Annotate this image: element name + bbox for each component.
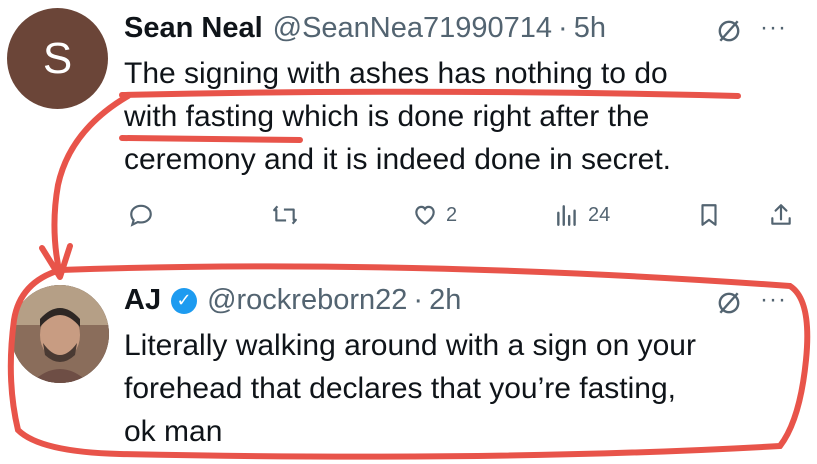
reply-button[interactable] bbox=[128, 202, 162, 228]
arrow-head-annotation bbox=[39, 243, 73, 280]
retweet-icon bbox=[273, 205, 297, 225]
bookmark-icon bbox=[701, 204, 717, 226]
views-button[interactable]: 24 bbox=[554, 202, 610, 228]
like-icon bbox=[415, 205, 435, 225]
grok-icon[interactable] bbox=[716, 290, 742, 316]
share-icon bbox=[771, 204, 791, 225]
tweet-header: AJ ✓ @rockreborn22 · 2h bbox=[124, 284, 461, 317]
retweet-button[interactable] bbox=[272, 202, 306, 228]
user-handle[interactable]: @rockreborn22 bbox=[207, 284, 407, 317]
profile-photo-icon bbox=[11, 285, 109, 383]
tweet-text: Literally walking around with a sign on … bbox=[124, 324, 696, 453]
avatar[interactable] bbox=[11, 285, 109, 383]
bookmark-button[interactable] bbox=[696, 202, 722, 228]
timestamp[interactable]: 2h bbox=[429, 284, 461, 317]
tweet-aj[interactable]: AJ ✓ @rockreborn22 · 2h ··· Literally wa… bbox=[0, 0, 817, 448]
share-button[interactable] bbox=[768, 202, 794, 228]
display-name[interactable]: AJ bbox=[124, 284, 161, 317]
tweet-line: forehead that declares that you’re fasti… bbox=[124, 372, 677, 405]
more-icon[interactable]: ··· bbox=[760, 286, 787, 314]
reply-icon bbox=[130, 204, 152, 227]
separator-dot: · bbox=[413, 284, 424, 316]
views-icon bbox=[557, 205, 576, 226]
verified-badge-icon: ✓ bbox=[171, 287, 198, 314]
like-button[interactable]: 2 bbox=[412, 202, 457, 228]
view-count: 24 bbox=[588, 203, 611, 226]
like-count: 2 bbox=[446, 203, 458, 226]
tweet-line: ok man bbox=[124, 415, 223, 448]
action-bar: 2 24 bbox=[124, 198, 804, 232]
tweet-line: Literally walking around with a sign on … bbox=[124, 329, 696, 362]
